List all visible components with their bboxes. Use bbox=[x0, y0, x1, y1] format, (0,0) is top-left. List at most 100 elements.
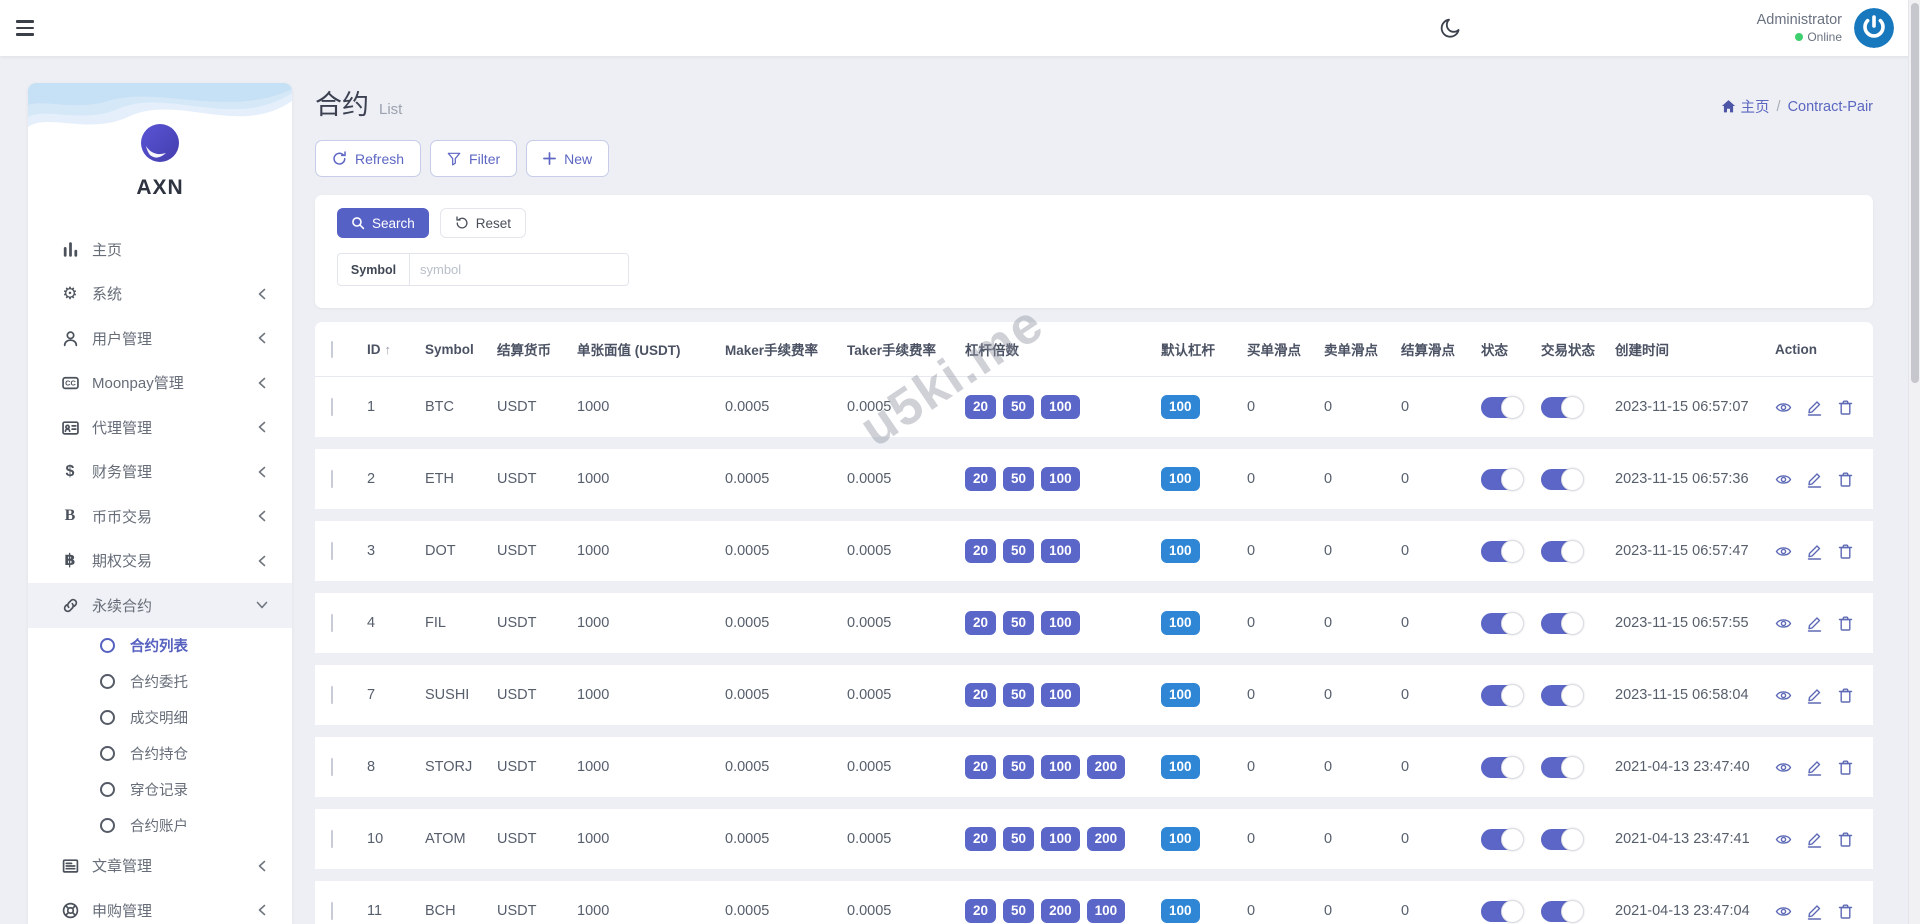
cell-face-value: 1000 bbox=[577, 543, 610, 559]
delete-trash-icon[interactable] bbox=[1837, 903, 1854, 920]
row-checkbox[interactable] bbox=[331, 830, 333, 848]
sidebar-item-7[interactable]: B 币币交易 bbox=[28, 494, 292, 539]
edit-pencil-icon[interactable] bbox=[1806, 903, 1823, 920]
sidebar-subitem-1[interactable]: 合约列表 bbox=[28, 628, 292, 664]
view-eye-icon[interactable] bbox=[1775, 831, 1792, 848]
refresh-button[interactable]: Refresh bbox=[315, 140, 422, 177]
sidebar-item-5[interactable]: 代理管理 bbox=[28, 405, 292, 450]
row-checkbox[interactable] bbox=[331, 902, 333, 920]
toggle-knob bbox=[1561, 755, 1584, 779]
filter-button[interactable]: Filter bbox=[430, 140, 518, 177]
plus-icon bbox=[543, 152, 557, 165]
sidebar-subitem-3[interactable]: 成交明细 bbox=[28, 700, 292, 736]
delete-trash-icon[interactable] bbox=[1837, 543, 1854, 560]
row-checkbox[interactable] bbox=[331, 758, 333, 776]
view-eye-icon[interactable] bbox=[1775, 543, 1792, 560]
cell-symbol: DOT bbox=[425, 543, 456, 559]
sidebar-item-11[interactable]: 申购管理 bbox=[28, 888, 292, 924]
reset-button[interactable]: Reset bbox=[439, 208, 527, 238]
vertical-scrollbar[interactable] bbox=[1908, 0, 1920, 924]
sidebar-item-3[interactable]: 用户管理 bbox=[28, 316, 292, 361]
view-eye-icon[interactable] bbox=[1775, 903, 1792, 920]
cell-status bbox=[1469, 611, 1529, 635]
trade-status-toggle[interactable] bbox=[1541, 611, 1584, 635]
scrollbar-thumb[interactable] bbox=[1910, 3, 1919, 383]
view-eye-icon[interactable] bbox=[1775, 399, 1792, 416]
select-all-checkbox[interactable] bbox=[331, 340, 333, 358]
sort-asc-icon[interactable]: ↑ bbox=[385, 342, 392, 357]
cell-taker-fee: 0.0005 bbox=[847, 543, 892, 559]
sidebar-item-1[interactable]: 主页 bbox=[28, 227, 292, 272]
status-toggle[interactable] bbox=[1481, 683, 1524, 707]
row-checkbox[interactable] bbox=[331, 470, 333, 488]
edit-pencil-icon[interactable] bbox=[1806, 543, 1823, 560]
status-toggle[interactable] bbox=[1481, 755, 1524, 779]
trade-status-toggle[interactable] bbox=[1541, 539, 1584, 563]
search-button[interactable]: Search bbox=[337, 208, 429, 238]
edit-pencil-icon[interactable] bbox=[1806, 831, 1823, 848]
user-block[interactable]: Administrator Online bbox=[1757, 11, 1842, 44]
trade-status-toggle[interactable] bbox=[1541, 899, 1584, 923]
row-checkbox[interactable] bbox=[331, 686, 333, 704]
trade-status-toggle[interactable] bbox=[1541, 755, 1584, 779]
trade-status-toggle[interactable] bbox=[1541, 467, 1584, 491]
sidebar-subitem-2[interactable]: 合约委托 bbox=[28, 664, 292, 700]
delete-trash-icon[interactable] bbox=[1837, 759, 1854, 776]
delete-trash-icon[interactable] bbox=[1837, 471, 1854, 488]
row-checkbox[interactable] bbox=[331, 542, 333, 560]
trade-status-toggle[interactable] bbox=[1541, 395, 1584, 419]
sidebar-subitem-label: 合约委托 bbox=[130, 675, 188, 691]
view-eye-icon[interactable] bbox=[1775, 615, 1792, 632]
row-checkbox[interactable] bbox=[331, 614, 333, 632]
sidebar-subitem-6[interactable]: 合约账户 bbox=[28, 808, 292, 844]
avatar[interactable] bbox=[1854, 8, 1894, 48]
sidebar-item-2[interactable]: ⚙ 系统 bbox=[28, 272, 292, 317]
cell-default-leverage: 100 bbox=[1149, 610, 1235, 636]
delete-trash-icon[interactable] bbox=[1837, 831, 1854, 848]
edit-pencil-icon[interactable] bbox=[1806, 399, 1823, 416]
sidebar-item-9[interactable]: 永续合约 bbox=[28, 583, 292, 628]
hamburger-menu-icon[interactable] bbox=[16, 15, 42, 41]
sidebar-item-4[interactable]: CC Moonpay管理 bbox=[28, 361, 292, 406]
status-toggle[interactable] bbox=[1481, 827, 1524, 851]
dark-mode-moon-icon[interactable] bbox=[1440, 17, 1462, 39]
default-leverage-badge: 100 bbox=[1161, 466, 1200, 492]
symbol-input[interactable] bbox=[410, 254, 628, 285]
status-toggle[interactable] bbox=[1481, 539, 1524, 563]
breadcrumb-home-link[interactable]: 主页 bbox=[1721, 96, 1770, 117]
cell-leverages: 20 50 100 200 bbox=[953, 826, 1149, 852]
status-toggle[interactable] bbox=[1481, 611, 1524, 635]
trade-status-toggle[interactable] bbox=[1541, 827, 1584, 851]
view-eye-icon[interactable] bbox=[1775, 687, 1792, 704]
edit-pencil-icon[interactable] bbox=[1806, 687, 1823, 704]
column-header: Maker手续费率 bbox=[725, 343, 819, 358]
status-toggle[interactable] bbox=[1481, 899, 1524, 923]
sidebar-item-10[interactable]: 文章管理 bbox=[28, 844, 292, 889]
edit-pencil-icon[interactable] bbox=[1806, 759, 1823, 776]
breadcrumb-current[interactable]: Contract-Pair bbox=[1788, 99, 1873, 115]
table-row: 4 FIL USDT 1000 0.0005 0.0005 20 50 100 100 0 0 0 202… bbox=[315, 593, 1873, 653]
status-toggle[interactable] bbox=[1481, 467, 1524, 491]
delete-trash-icon[interactable] bbox=[1837, 399, 1854, 416]
row-checkbox[interactable] bbox=[331, 398, 333, 416]
column-header[interactable]: ID ↑ bbox=[355, 342, 413, 357]
table-row: 3 DOT USDT 1000 0.0005 0.0005 20 50 100 100 0 0 0 202… bbox=[315, 521, 1873, 581]
view-eye-icon[interactable] bbox=[1775, 471, 1792, 488]
sidebar-subitem-4[interactable]: 合约持仓 bbox=[28, 736, 292, 772]
table-header-row: ID ↑ Symbol 结算货币 单张面值 (USDT) Maker手续费率 Taker手续… bbox=[315, 322, 1873, 377]
edit-pencil-icon[interactable] bbox=[1806, 615, 1823, 632]
trade-status-toggle[interactable] bbox=[1541, 683, 1584, 707]
sidebar-subitem-5[interactable]: 穿仓记录 bbox=[28, 772, 292, 808]
edit-pencil-icon[interactable] bbox=[1806, 471, 1823, 488]
sidebar-item-8[interactable]: ฿ 期权交易 bbox=[28, 539, 292, 584]
sidebar-item-6[interactable]: $ 财务管理 bbox=[28, 450, 292, 495]
delete-trash-icon[interactable] bbox=[1837, 687, 1854, 704]
new-button[interactable]: New bbox=[526, 140, 610, 177]
view-eye-icon[interactable] bbox=[1775, 759, 1792, 776]
delete-trash-icon[interactable] bbox=[1837, 615, 1854, 632]
sidebar-item-label: 永续合约 bbox=[92, 597, 153, 615]
status-toggle[interactable] bbox=[1481, 395, 1524, 419]
column-header: Taker手续费率 bbox=[847, 343, 937, 358]
cell-created-time: 2021-04-13 23:47:40 bbox=[1615, 759, 1750, 775]
cell-maker-fee: 0.0005 bbox=[725, 471, 770, 487]
